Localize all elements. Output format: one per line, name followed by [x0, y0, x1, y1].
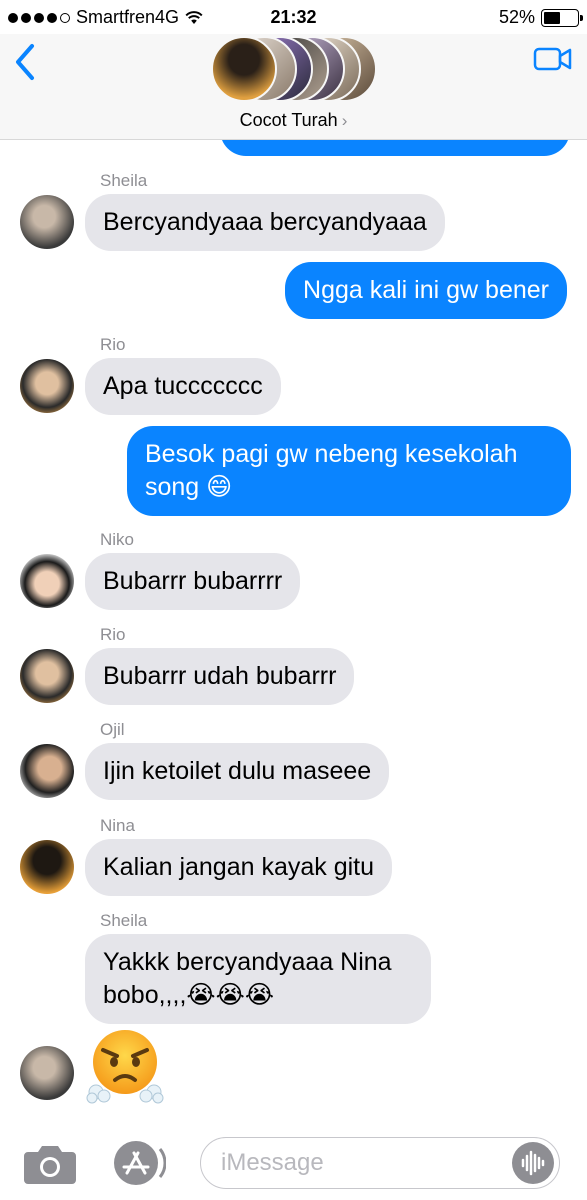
avatar-sheila[interactable]	[20, 1046, 74, 1100]
sender-name: Niko	[100, 530, 135, 549]
message-bubble-incoming[interactable]: Bubarrr bubarrrr	[85, 553, 301, 610]
status-bar: Smartfren4G 21:32 52%	[0, 0, 587, 34]
message-bubble-incoming[interactable]: Ijin ketoilet dulu maseee	[85, 743, 390, 800]
battery-level-fill	[544, 11, 560, 24]
message-bubble-incoming[interactable]: Apa tuccccccc	[85, 358, 281, 415]
message-bubble-incoming[interactable]: Yakkk bercyandyaaa Nina bobo,,,,😭😭😭	[85, 934, 431, 1024]
message-bubble-incoming[interactable]: Bercyandyaaa bercyandyaaa	[85, 194, 445, 251]
message-list[interactable]: Sheila Bercyandyaaa bercyandyaaa Ngga ka…	[0, 140, 587, 1125]
avatar-nina[interactable]	[20, 840, 74, 894]
video-call-icon[interactable]	[533, 44, 573, 74]
group-name-label: Cocot Turah	[239, 110, 338, 130]
message-bubble-outgoing[interactable]: Ngga kali ini gw bener	[285, 262, 567, 319]
message-bubble-outgoing-partial[interactable]	[220, 140, 570, 156]
chevron-right-icon: ›	[341, 111, 348, 130]
sender-name: Ojil	[100, 720, 125, 739]
status-right: 52%	[498, 7, 583, 28]
avatar-rio[interactable]	[20, 359, 74, 413]
battery-percent: 52%	[498, 7, 535, 27]
imessage-input[interactable]	[200, 1137, 560, 1189]
group-name-button[interactable]: Cocot Turah ›	[0, 110, 587, 131]
avatar-rio[interactable]	[20, 649, 74, 703]
message-bubble-incoming[interactable]: Bubarrr udah bubarrr	[85, 648, 355, 705]
app-store-icon[interactable]	[110, 1139, 166, 1187]
message-bubble-incoming[interactable]: Kalian jangan kayak gitu	[85, 839, 393, 896]
sender-name: Nina	[100, 816, 135, 835]
conversation-header: Cocot Turah ›	[0, 34, 587, 140]
battery-icon	[541, 8, 583, 27]
back-chevron-icon[interactable]	[12, 42, 40, 82]
avatar-niko[interactable]	[20, 554, 74, 608]
message-bubble-outgoing[interactable]: Besok pagi gw nebeng kesekolah song 😄	[127, 426, 571, 516]
audio-message-button[interactable]	[512, 1142, 554, 1184]
camera-icon[interactable]	[22, 1142, 78, 1186]
avatar-sheila[interactable]	[20, 195, 74, 249]
group-member-avatar	[211, 36, 277, 102]
face-with-steam-from-nose-icon[interactable]	[86, 1026, 164, 1104]
sender-name: Sheila	[100, 911, 148, 930]
group-avatar-stack[interactable]	[211, 36, 377, 104]
waveform-icon	[521, 1150, 545, 1176]
sender-name: Rio	[100, 625, 126, 644]
sender-name: Rio	[100, 335, 126, 354]
sender-name: Sheila	[100, 171, 148, 190]
avatar-ojil[interactable]	[20, 744, 74, 798]
compose-bar	[0, 1125, 587, 1200]
